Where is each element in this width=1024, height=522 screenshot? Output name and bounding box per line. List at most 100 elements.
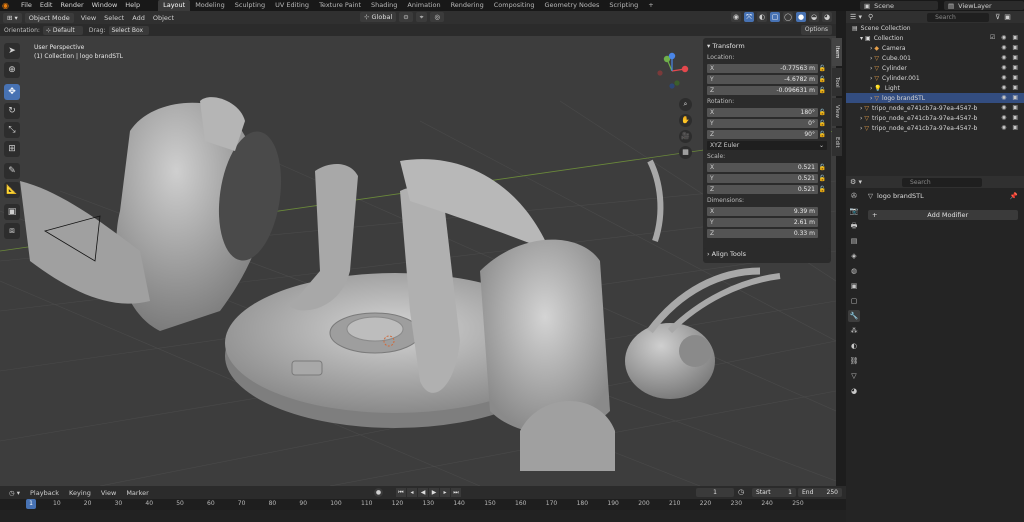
menu-select[interactable]: Select (100, 14, 128, 22)
current-frame-field[interactable]: 1 (696, 488, 734, 497)
end-frame-field[interactable]: End 250 (798, 488, 842, 497)
lock-icon[interactable]: 🔓 (818, 175, 827, 182)
menu-marker[interactable]: Marker (121, 489, 153, 497)
view-layer-tab-icon[interactable]: ▤ (848, 235, 860, 247)
gizmo-toggle-icon[interactable]: ⤧ (744, 12, 754, 22)
align-tools-panel[interactable]: › Align Tools (703, 248, 831, 260)
blender-logo-icon[interactable]: ◉ (2, 1, 14, 10)
record-icon[interactable]: ● (374, 488, 383, 497)
menu-view[interactable]: View (77, 14, 100, 22)
row-visibility-icons[interactable]: ◉ ▣ (1001, 44, 1020, 51)
menu-render[interactable]: Render (56, 0, 87, 11)
lock-icon[interactable]: 🔓 (818, 120, 827, 127)
lock-icon[interactable]: 🔓 (818, 65, 827, 72)
transform-orientation-dropdown[interactable]: ⊹ Global (360, 12, 397, 22)
row-visibility-icons[interactable]: ◉ ▣ (1001, 124, 1020, 131)
tab-shading[interactable]: Shading (366, 0, 402, 11)
tab-item[interactable]: Item (832, 38, 842, 66)
rotate-tool-icon[interactable]: ↻ (4, 103, 20, 119)
view-layer-selector[interactable]: ▤ ViewLayer (944, 1, 1024, 10)
location-x-field[interactable]: X -0.77563 m (707, 63, 818, 73)
menu-timeline-view[interactable]: View (96, 489, 121, 497)
rotation-y-field[interactable]: Y 0° (707, 118, 818, 128)
timeline-ruler[interactable]: 1 10 20 30 40 50 60 70 80 90 100 110 120 130 140 150 16… (0, 499, 846, 510)
tab-compositing[interactable]: Compositing (489, 0, 540, 11)
dimensions-y-field[interactable]: Y 2.61 m (707, 217, 818, 227)
menu-add[interactable]: Add (128, 14, 149, 22)
add-modifier-button[interactable]: + Add Modifier (868, 210, 1018, 220)
z-axis-icon[interactable] (668, 52, 676, 60)
select-tool-icon[interactable]: ➤ (4, 43, 20, 59)
tab-uv-editing[interactable]: UV Editing (270, 0, 314, 11)
tab-layout[interactable]: Layout (158, 0, 191, 11)
filter-icon[interactable]: ⚲ (868, 13, 873, 21)
tab-texture-paint[interactable]: Texture Paint (314, 0, 366, 11)
neg-z-axis-icon[interactable] (669, 83, 675, 89)
scene-tab-icon[interactable]: ◈ (848, 250, 860, 262)
scale-y-field[interactable]: Y 0.521 (707, 173, 818, 183)
rotation-z-field[interactable]: Z 90° (707, 129, 818, 139)
row-visibility-icons[interactable]: ◉ ▣ (1001, 74, 1020, 81)
physics-tab-icon[interactable]: ◐ (848, 340, 860, 352)
properties-editor-type-icon[interactable]: ⚙ ▾ (850, 178, 862, 186)
pin-icon[interactable]: 📌 (1010, 192, 1018, 200)
start-frame-field[interactable]: Start 1 (752, 488, 796, 497)
x-axis-icon[interactable] (681, 65, 689, 73)
add-cube-tool-icon[interactable]: ▣ (4, 204, 20, 220)
row-visibility-icons[interactable]: ◉ ▣ (1001, 64, 1020, 71)
row-visibility-icons[interactable]: ☑ ◉ ▣ (990, 34, 1020, 41)
snap-button[interactable]: ⌖ (415, 12, 428, 22)
next-keyframe-icon[interactable]: ▸ (440, 488, 450, 497)
row-visibility-icons[interactable]: ◉ ▣ (1001, 94, 1020, 101)
xray-toggle-icon[interactable]: ▢ (770, 12, 780, 22)
menu-object[interactable]: Object (149, 14, 178, 22)
render-tab-icon[interactable]: 📷 (848, 205, 860, 217)
measure-tool-icon[interactable]: 📐 (4, 182, 20, 198)
location-y-field[interactable]: Y -4.6782 m (707, 74, 818, 84)
menu-keying[interactable]: Keying (64, 489, 96, 497)
row-visibility-icons[interactable]: ◉ ▣ (1001, 54, 1020, 61)
options-dropdown[interactable]: Options (800, 25, 832, 35)
shading-wireframe-icon[interactable]: ◯ (783, 12, 793, 22)
drag-dropdown[interactable]: Select Box (108, 25, 149, 35)
shading-material-icon[interactable]: ◒ (809, 12, 819, 22)
tab-scripting[interactable]: Scripting (604, 0, 643, 11)
clock-icon[interactable]: ◷ (738, 488, 744, 496)
neg-x-axis-icon[interactable] (657, 70, 663, 76)
scale-tool-icon[interactable]: ⤡ (4, 122, 20, 138)
dimensions-z-field[interactable]: Z 0.33 m (707, 228, 818, 238)
camera-view-icon[interactable]: 🎥 (679, 130, 692, 143)
location-z-field[interactable]: Z -0.096631 m (707, 85, 818, 95)
tool-tab-icon[interactable]: ✇ (848, 190, 860, 202)
ortho-grid-icon[interactable]: ▦ (679, 146, 692, 159)
add-object-tool-icon[interactable]: ⧈ (4, 223, 20, 239)
scale-z-field[interactable]: Z 0.521 (707, 184, 818, 194)
playhead[interactable]: 1 (26, 499, 36, 509)
outliner-item-cylinder-001[interactable]: › ▽ Cylinder.001 ◉ ▣ (846, 73, 1024, 83)
tab-sculpting[interactable]: Sculpting (230, 0, 270, 11)
transform-tool-icon[interactable]: ⊞ (4, 141, 20, 157)
lock-icon[interactable]: 🔓 (818, 131, 827, 138)
collection-tab-icon[interactable]: ▣ (848, 280, 860, 292)
particles-tab-icon[interactable]: ⁂ (848, 325, 860, 337)
outliner-item-light[interactable]: › 💡 Light ◉ ▣ (846, 83, 1024, 93)
outliner-item-cube[interactable]: › ▽ Cube.001 ◉ ▣ (846, 53, 1024, 63)
tab-animation[interactable]: Animation (402, 0, 445, 11)
rotation-x-field[interactable]: X 180° (707, 107, 818, 117)
outliner-item-logo-brandstl[interactable]: › ▽ logo brandSTL ◉ ▣ (846, 93, 1024, 103)
menu-playback[interactable]: Playback (25, 489, 64, 497)
material-tab-icon[interactable]: ◕ (848, 385, 860, 397)
outliner-editor-type-icon[interactable]: ☰ ▾ (850, 13, 862, 21)
tab-modeling[interactable]: Modeling (190, 0, 230, 11)
navigation-gizmo[interactable] (652, 51, 692, 91)
outliner-search-input[interactable]: Search (927, 12, 990, 22)
dimensions-x-field[interactable]: X 9.39 m (707, 206, 818, 216)
pivot-point-button[interactable]: ⊙ (399, 12, 413, 22)
shading-rendered-icon[interactable]: ◕ (822, 12, 832, 22)
lock-icon[interactable]: 🔓 (818, 87, 827, 94)
visibility-toggle-icon[interactable]: ◉ (731, 12, 741, 22)
tab-rendering[interactable]: Rendering (446, 0, 489, 11)
data-tab-icon[interactable]: ▽ (848, 370, 860, 382)
prev-keyframe-icon[interactable]: ◂ (407, 488, 417, 497)
properties-search-input[interactable]: Search (902, 177, 983, 187)
